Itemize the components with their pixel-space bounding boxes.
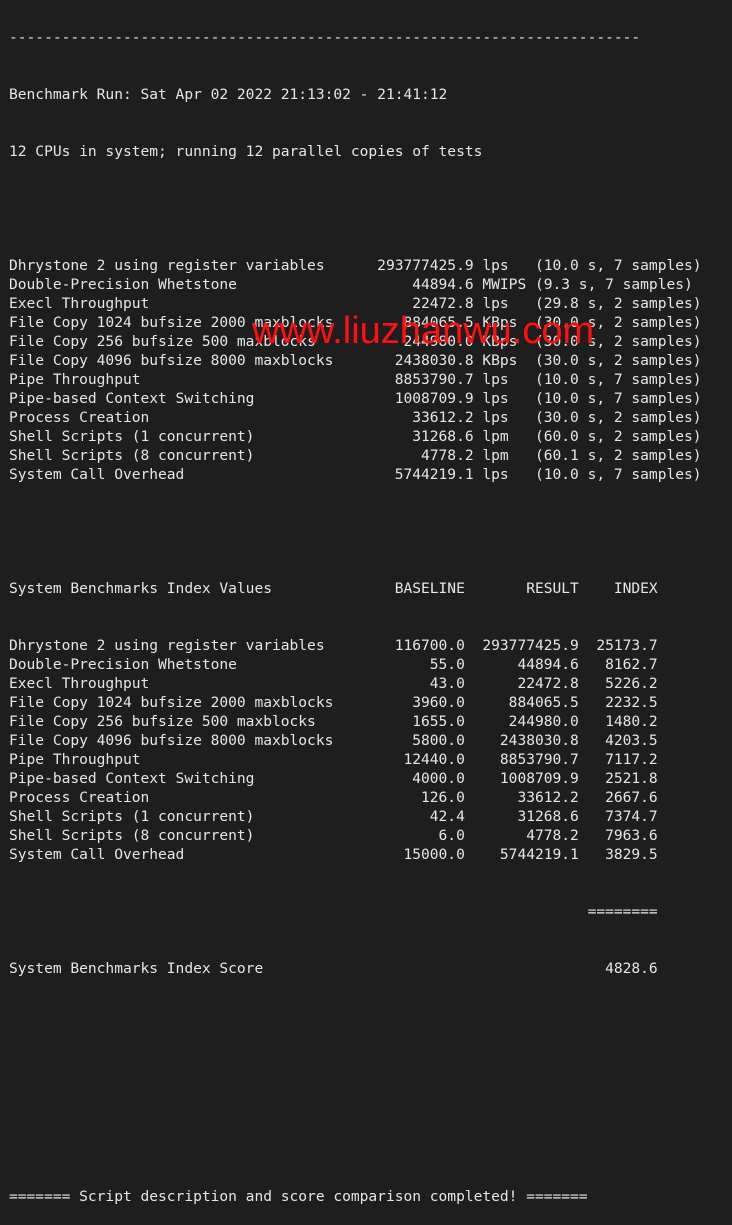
raw-result-row: Pipe Throughput 8853790.7 lps (10.0 s, 7… bbox=[9, 371, 702, 388]
raw-result-row: Process Creation 33612.2 lps (30.0 s, 2 … bbox=[9, 409, 702, 426]
raw-result-row: File Copy 4096 bufsize 8000 maxblocks 24… bbox=[9, 352, 702, 369]
index-table-row: Process Creation 126.0 33612.2 2667.6 bbox=[9, 789, 658, 806]
raw-result-row: Double-Precision Whetstone 44894.6 MWIPS… bbox=[9, 276, 693, 293]
raw-results-list: Dhrystone 2 using register variables 293… bbox=[9, 256, 702, 484]
index-score-line: System Benchmarks Index Score 4828.6 bbox=[9, 960, 658, 977]
raw-result-row: Shell Scripts (8 concurrent) 4778.2 lpm … bbox=[9, 447, 702, 464]
index-table-row: Dhrystone 2 using register variables 116… bbox=[9, 637, 658, 654]
raw-result-row: Execl Throughput 22472.8 lps (29.8 s, 2 … bbox=[9, 295, 702, 312]
raw-result-row: Shell Scripts (1 concurrent) 31268.6 lpm… bbox=[9, 428, 702, 445]
raw-result-row: File Copy 1024 bufsize 2000 maxblocks 88… bbox=[9, 314, 702, 331]
index-table-header: System Benchmarks Index Values BASELINE … bbox=[9, 580, 658, 597]
index-table-row: Pipe-based Context Switching 4000.0 1008… bbox=[9, 770, 658, 787]
index-table-row: Shell Scripts (8 concurrent) 6.0 4778.2 … bbox=[9, 827, 658, 844]
completion-footer: ======= Script description and score com… bbox=[9, 1188, 588, 1205]
separator-line: ----------------------------------------… bbox=[9, 29, 641, 46]
index-table-row: Shell Scripts (1 concurrent) 42.4 31268.… bbox=[9, 808, 658, 825]
cpu-info: 12 CPUs in system; running 12 parallel c… bbox=[9, 143, 483, 160]
index-table-row: File Copy 1024 bufsize 2000 maxblocks 39… bbox=[9, 694, 658, 711]
index-table-row: File Copy 4096 bufsize 8000 maxblocks 58… bbox=[9, 732, 658, 749]
raw-result-row: Pipe-based Context Switching 1008709.9 l… bbox=[9, 390, 702, 407]
score-separator: ======== bbox=[9, 903, 658, 920]
raw-result-row: System Call Overhead 5744219.1 lps (10.0… bbox=[9, 466, 702, 483]
index-table-row: Double-Precision Whetstone 55.0 44894.6 … bbox=[9, 656, 658, 673]
run-header: Benchmark Run: Sat Apr 02 2022 21:13:02 … bbox=[9, 86, 448, 103]
raw-result-row: File Copy 256 bufsize 500 maxblocks 2449… bbox=[9, 333, 702, 350]
raw-result-row: Dhrystone 2 using register variables 293… bbox=[9, 257, 702, 274]
index-table-row: System Call Overhead 15000.0 5744219.1 3… bbox=[9, 846, 658, 863]
index-table-rows: Dhrystone 2 using register variables 116… bbox=[9, 636, 702, 864]
index-table-row: Pipe Throughput 12440.0 8853790.7 7117.2 bbox=[9, 751, 658, 768]
index-table-row: File Copy 256 bufsize 500 maxblocks 1655… bbox=[9, 713, 658, 730]
terminal-output: ----------------------------------------… bbox=[9, 0, 702, 1225]
